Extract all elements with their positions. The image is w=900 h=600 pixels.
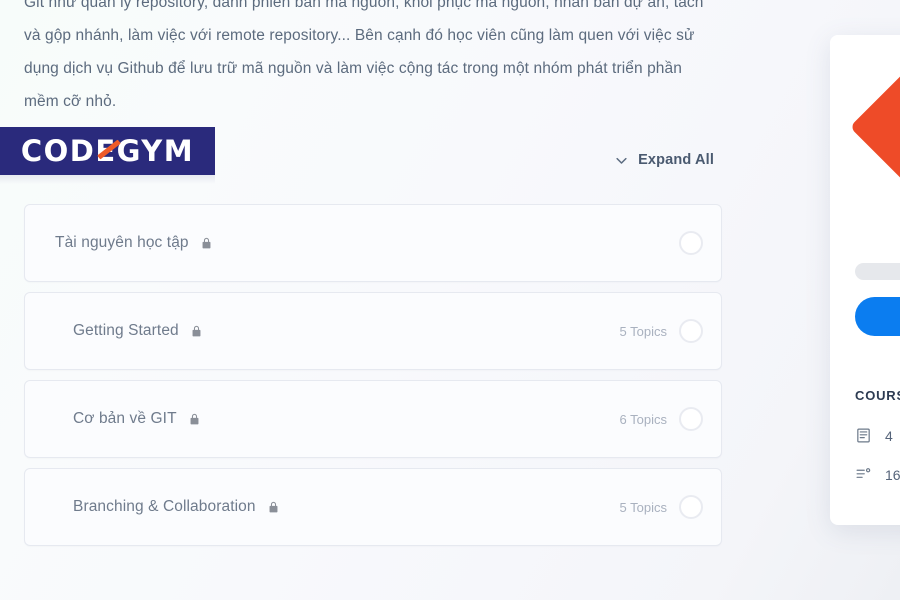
section-status-circle[interactable]: [679, 231, 703, 255]
chevron-down-icon: [614, 153, 629, 168]
curriculum-section-row[interactable]: Branching & Collaboration 5 Topics: [24, 468, 722, 546]
logo-shadow: [0, 175, 215, 184]
codegym-logo[interactable]: CODEGYM: [0, 127, 215, 175]
lock-icon: [190, 324, 203, 339]
expand-all-label: Expand All: [638, 152, 714, 168]
course-description: Git như quản lý repository, đánh phiên b…: [24, 0, 704, 110]
curriculum-section-list: Tài nguyên học tập Getting Started 5 Topic…: [24, 204, 722, 556]
section-topic-count: 6 Topics: [619, 411, 667, 427]
main-content-column: Git như quản lý repository, đánh phiên b…: [0, 0, 760, 600]
section-status-circle[interactable]: [679, 319, 703, 343]
section-title-group: Getting Started: [73, 322, 203, 340]
section-topic-count: 5 Topics: [619, 323, 667, 339]
section-title-group: Cơ bản về GIT: [73, 410, 201, 428]
section-meta-group: 6 Topics: [620, 407, 703, 431]
section-title: Branching & Collaboration: [73, 498, 256, 515]
curriculum-section-row[interactable]: Getting Started 5 Topics: [24, 292, 722, 370]
section-title: Getting Started: [73, 322, 179, 339]
section-status-circle[interactable]: [679, 495, 703, 519]
section-title-group: Branching & Collaboration: [73, 498, 280, 516]
lock-icon: [267, 500, 280, 515]
section-meta-group: 5 Topics: [620, 319, 703, 343]
expand-all-button[interactable]: Expand All: [614, 152, 714, 168]
list-icon: [855, 466, 872, 483]
section-title-group: Tài nguyên học tập: [55, 234, 213, 252]
section-meta-group: 5 Topics: [620, 495, 703, 519]
lock-icon: [188, 412, 201, 427]
diamond-shape-icon: [849, 50, 900, 204]
course-includes-item: 4: [855, 427, 893, 444]
page-root: Git như quản lý repository, đánh phiên b…: [0, 0, 900, 600]
course-progress-bar: [855, 263, 900, 280]
course-includes-heading: COURSE INCLUDES: [855, 388, 900, 403]
curriculum-section-row[interactable]: Cơ bản về GIT 6 Topics: [24, 380, 722, 458]
curriculum-section-row[interactable]: Tài nguyên học tập: [24, 204, 722, 282]
section-title: Cơ bản về GIT: [73, 410, 177, 427]
course-includes-value: 16: [885, 466, 900, 483]
book-icon: [855, 427, 872, 444]
section-topic-count: 5 Topics: [619, 499, 667, 515]
section-status-circle[interactable]: [679, 407, 703, 431]
course-sidebar-card: Start Course COURSE INCLUDES 4: [830, 35, 900, 525]
lock-icon: [200, 236, 213, 251]
section-title: Tài nguyên học tập: [55, 234, 189, 251]
section-meta-group: [679, 231, 703, 255]
course-includes-value: 4: [885, 427, 893, 444]
course-thumbnail: [830, 35, 900, 221]
start-course-button[interactable]: Start Course: [855, 297, 900, 336]
course-includes-item: 16: [855, 466, 900, 483]
